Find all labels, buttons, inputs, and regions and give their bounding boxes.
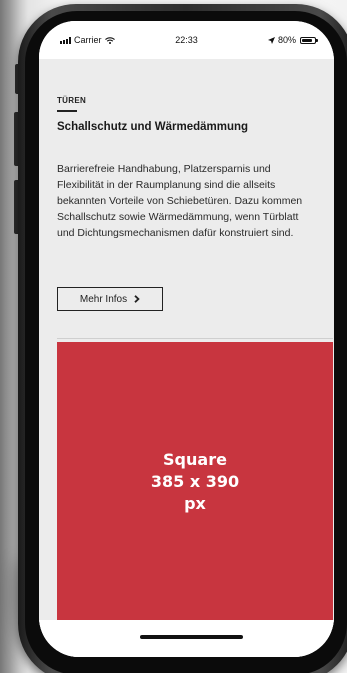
article-body: Barrierefreie Handhabung, Platzersparnis… [57, 163, 303, 239]
location-icon [267, 36, 275, 44]
more-info-label: Mehr Infos [79, 293, 128, 305]
placeholder-line-1: Square [163, 449, 227, 469]
home-indicator[interactable] [140, 635, 243, 639]
home-bar-area [39, 620, 334, 657]
category-underline [57, 110, 77, 112]
article-content: TÜREN Schallschutz und Wärmedämmung Barr… [39, 59, 334, 657]
placeholder-text: Square 385 x 390 px [151, 449, 239, 515]
chevron-right-icon [134, 295, 140, 303]
battery-fill [302, 38, 312, 42]
section-divider [57, 338, 333, 339]
image-placeholder: Square 385 x 390 px [57, 342, 333, 621]
battery-icon [300, 36, 318, 44]
placeholder-line-2: 385 x 390 [150, 471, 240, 491]
more-info-button[interactable]: Mehr Infos [57, 287, 163, 311]
category-label: TÜREN [57, 96, 87, 105]
phone-screen: Carrier 22:33 80% TÜREN Schallschutz und… [39, 21, 334, 657]
battery-percentage: 80% [277, 35, 296, 45]
status-bar: Carrier 22:33 80% [39, 21, 334, 59]
article-headline: Schallschutz und Wärmedämmung [57, 121, 249, 133]
placeholder-line-3: px [184, 493, 206, 513]
status-right: 80% [267, 35, 318, 45]
